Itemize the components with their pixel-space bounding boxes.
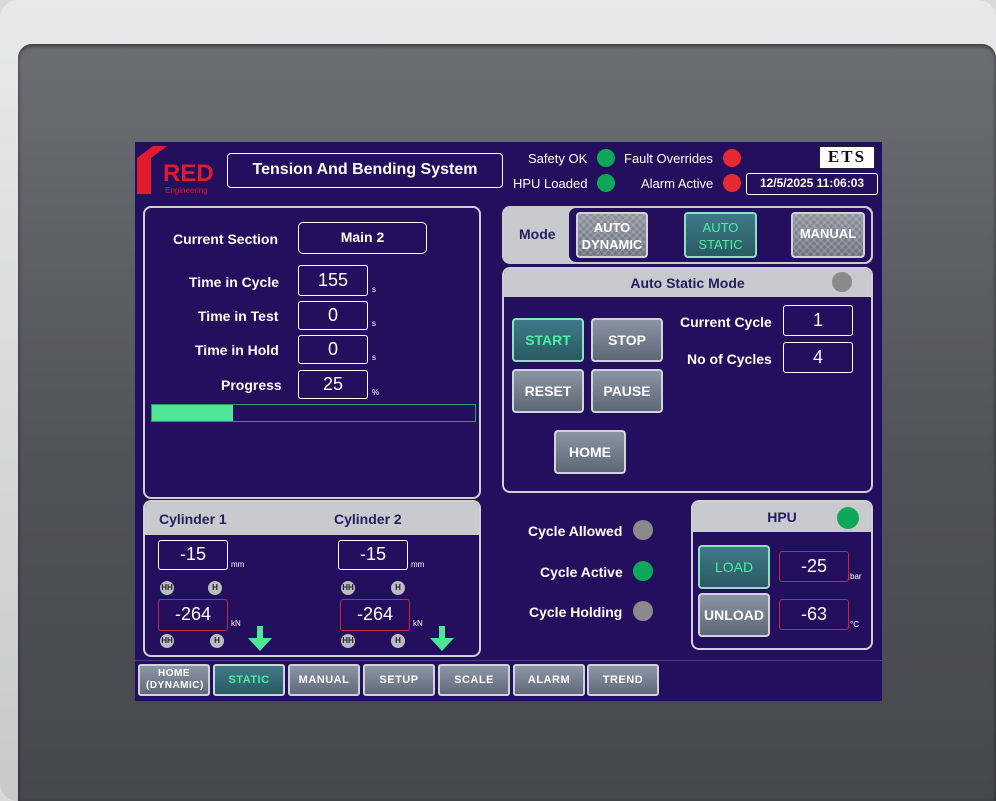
nav-static-button[interactable]: STATIC xyxy=(213,664,285,696)
alarm-active-indicator xyxy=(723,174,741,192)
nav-scale-button[interactable]: SCALE xyxy=(438,664,510,696)
cylinder-1-force-unit: kN xyxy=(231,619,241,628)
logo-subtext: Engineering xyxy=(165,186,208,195)
cyl2-h-lower-tag: H xyxy=(391,634,405,648)
reset-button[interactable]: RESET xyxy=(512,369,584,413)
cycle-holding-label: Cycle Holding xyxy=(529,604,623,620)
mode-label: Mode xyxy=(519,226,556,242)
ets-badge: ETS xyxy=(819,146,875,169)
manual-mode-button[interactable]: MANUAL xyxy=(791,212,865,258)
nav-alarm-button[interactable]: ALARM xyxy=(513,664,585,696)
cyl1-h-upper-tag: H xyxy=(208,581,222,595)
cylinder-1-label: Cylinder 1 xyxy=(159,511,227,527)
hpu-pressure-unit: bar xyxy=(850,572,862,581)
cylinder-1-down-arrow-icon xyxy=(248,626,272,651)
current-section-text: Main 2 xyxy=(340,229,385,245)
no-of-cycles-value: 4 xyxy=(783,342,853,373)
datetime-text: 12/5/2025 11:06:03 xyxy=(759,176,865,190)
pause-button[interactable]: PAUSE xyxy=(591,369,663,413)
progress-bar-fill xyxy=(152,405,233,421)
time-in-hold-label: Time in Hold xyxy=(195,342,279,358)
fault-overrides-label: Fault Overrides xyxy=(624,151,713,166)
time-in-cycle-value: 155 xyxy=(298,265,368,296)
cylinder-2-force: -264 xyxy=(340,599,410,631)
nav-manual-button[interactable]: MANUAL xyxy=(288,664,360,696)
current-cycle-label: Current Cycle xyxy=(680,314,772,330)
hpu-title: HPU xyxy=(767,509,797,525)
safety-ok-indicator xyxy=(597,149,615,167)
stop-button[interactable]: STOP xyxy=(591,318,663,362)
nav-divider xyxy=(135,660,882,661)
progress-bar xyxy=(151,404,476,422)
cylinder-2-force-unit: kN xyxy=(413,619,423,628)
home-button[interactable]: HOME xyxy=(554,430,626,474)
nav-setup-button[interactable]: SETUP xyxy=(363,664,435,696)
no-of-cycles-label: No of Cycles xyxy=(687,351,772,367)
cycle-active-label: Cycle Active xyxy=(540,564,623,580)
hpu-temperature-unit: °C xyxy=(850,620,859,629)
time-in-test-value: 0 xyxy=(298,301,368,330)
progress-value: 25 xyxy=(298,370,368,399)
hpu-temperature-value: -63 xyxy=(779,599,849,630)
time-in-hold-unit: s xyxy=(372,353,376,362)
brand-logo: RED Engineering xyxy=(137,146,221,195)
hpu-status-indicator xyxy=(837,507,859,529)
cyl1-h-lower-tag: H xyxy=(210,634,224,648)
start-button[interactable]: START xyxy=(512,318,584,362)
time-in-test-label: Time in Test xyxy=(198,308,279,324)
hpu-load-button[interactable]: LOAD xyxy=(698,545,770,589)
alarm-active-label: Alarm Active xyxy=(641,176,714,191)
cycle-allowed-indicator xyxy=(633,520,653,540)
auto-static-indicator xyxy=(832,272,852,292)
cyl2-hh-upper-tag: HH xyxy=(341,581,355,595)
page-title-text: Tension And Bending System xyxy=(252,161,478,178)
time-in-hold-value: 0 xyxy=(298,335,368,364)
cyl2-h-upper-tag: H xyxy=(391,581,405,595)
cylinder-2-position: -15 xyxy=(338,540,408,570)
cylinder-1-position-unit: mm xyxy=(231,560,245,569)
datetime-display: 12/5/2025 11:06:03 xyxy=(746,173,878,195)
cycle-active-indicator xyxy=(633,561,653,581)
hpu-unload-button[interactable]: UNLOAD xyxy=(698,593,770,637)
cyl1-hh-lower-tag: HH xyxy=(160,634,174,648)
safety-ok-label: Safety OK xyxy=(528,151,588,166)
cyl1-hh-upper-tag: HH xyxy=(160,581,174,595)
page-title: Tension And Bending System xyxy=(227,153,503,188)
auto-static-header: Auto Static Mode xyxy=(504,269,871,297)
auto-dynamic-button[interactable]: AUTO DYNAMIC xyxy=(576,212,648,258)
progress-unit: % xyxy=(372,388,380,397)
ets-text: ETS xyxy=(827,147,867,166)
cylinder-1-position: -15 xyxy=(158,540,228,570)
fault-overrides-indicator xyxy=(723,149,741,167)
cylinder-2-down-arrow-icon xyxy=(430,626,454,651)
auto-static-button[interactable]: AUTO STATIC xyxy=(684,212,757,258)
time-in-cycle-label: Time in Cycle xyxy=(189,274,280,290)
cylinder-2-position-unit: mm xyxy=(411,560,425,569)
hpu-pressure-value: -25 xyxy=(779,551,849,582)
cyl2-hh-lower-tag: HH xyxy=(341,634,355,648)
auto-static-title: Auto Static Mode xyxy=(630,275,745,291)
nav-trend-button[interactable]: TREND xyxy=(587,664,659,696)
current-section-value: Main 2 xyxy=(298,222,427,254)
progress-label: Progress xyxy=(221,377,282,393)
time-in-test-unit: s xyxy=(372,319,376,328)
logo-text: RED xyxy=(163,160,214,187)
current-section-label: Current Section xyxy=(173,231,279,247)
time-in-cycle-unit: s xyxy=(372,285,376,294)
current-cycle-value: 1 xyxy=(783,305,853,336)
cycle-allowed-label: Cycle Allowed xyxy=(528,523,623,539)
hpu-loaded-label: HPU Loaded xyxy=(513,176,588,191)
cylinder-1-force: -264 xyxy=(158,599,228,631)
cycle-holding-indicator xyxy=(633,601,653,621)
hmi-screen: RED Engineering Tension And Bending Syst… xyxy=(135,142,882,701)
cylinder-2-label: Cylinder 2 xyxy=(334,511,402,527)
nav-home-dynamic-button[interactable]: HOME (DYNAMIC) xyxy=(138,664,210,696)
hpu-loaded-indicator xyxy=(597,174,615,192)
